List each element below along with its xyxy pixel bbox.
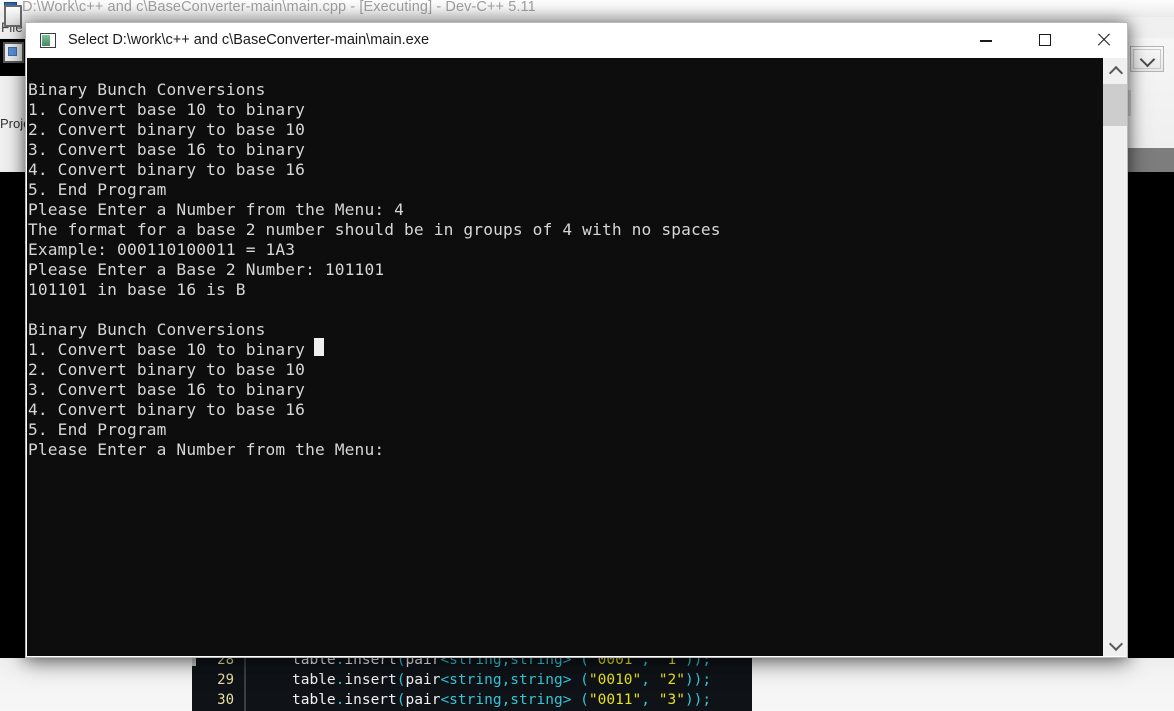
minimize-button[interactable]	[963, 23, 1009, 57]
console-output-line: 1. Convert base 10 to binary	[28, 340, 306, 359]
code-token: ,	[641, 692, 659, 708]
scrollbar-up-button[interactable]	[1103, 58, 1127, 82]
console-output-line: 5. End Program	[28, 420, 167, 439]
code-token: "3"	[658, 692, 685, 708]
code-line-number: 30	[217, 692, 234, 708]
console-output-line: Binary Bunch Conversions	[28, 80, 266, 99]
console-title-text: Select D:\work\c++ and c\BaseConverter-m…	[68, 32, 430, 48]
code-line-source: table.insert(pair<string,string> ("0010"…	[292, 670, 711, 690]
code-token: ,	[641, 672, 659, 688]
code-editor[interactable]: 28 table.insert(pair<string,string> ("000…	[192, 650, 752, 711]
new-file-icon[interactable]	[4, 5, 22, 27]
code-token: ));	[684, 672, 712, 688]
maximize-icon	[1039, 34, 1051, 46]
console-output-line: The format for a base 2 number should be…	[28, 220, 721, 239]
code-token: pair	[405, 692, 441, 708]
code-token: table	[292, 692, 336, 708]
code-line: 30 table.insert(pair<string,string> ("001…	[192, 690, 752, 710]
ide-dropdown-button[interactable]	[1130, 46, 1164, 72]
code-token: insert	[344, 692, 397, 708]
console-scrollbar[interactable]	[1103, 58, 1127, 656]
console-output-line: 4. Convert binary to base 16	[28, 400, 306, 419]
code-token: string	[510, 692, 563, 708]
console-titlebar[interactable]: Select D:\work\c++ and c\BaseConverter-m…	[26, 23, 1127, 59]
console-output-area[interactable]: Binary Bunch Conversions 1. Convert base …	[27, 58, 1127, 656]
console-output-line: 4. Convert binary to base 16	[28, 160, 306, 179]
console-output-line: 2. Convert binary to base 10	[28, 360, 306, 379]
ide-right-gray-divider	[1128, 148, 1174, 172]
console-output-line: Binary Bunch Conversions	[28, 320, 266, 339]
code-token: string	[449, 692, 502, 708]
code-token: >	[562, 692, 581, 708]
screen: D:\Work\c++ and c\BaseConverter-main\mai…	[0, 0, 1174, 711]
scrollbar-thumb[interactable]	[1103, 84, 1127, 126]
code-token: (	[396, 672, 406, 688]
console-output-line: 2. Convert binary to base 10	[28, 120, 306, 139]
code-token: >	[562, 672, 581, 688]
code-token: ,	[501, 672, 511, 688]
console-output-line: 1. Convert base 10 to binary	[28, 100, 306, 119]
code-line-number: 29	[217, 672, 234, 688]
close-button[interactable]	[1081, 23, 1127, 57]
code-line: 29 table.insert(pair<string,string> ("001…	[192, 670, 752, 690]
code-token: "0011"	[588, 692, 642, 708]
code-token: (	[580, 672, 589, 688]
console-app-icon	[40, 33, 56, 48]
console-window: Select D:\work\c++ and c\BaseConverter-m…	[25, 22, 1128, 658]
console-output-line: 5. End Program	[28, 180, 167, 199]
code-token: <	[440, 692, 450, 708]
code-token: (	[396, 692, 406, 708]
chevron-up-icon	[1108, 65, 1124, 81]
code-token: ));	[684, 692, 712, 708]
console-output-line: Please Enter a Number from the Menu: 4	[28, 200, 405, 219]
close-icon	[1096, 32, 1112, 48]
text-cursor	[314, 338, 324, 356]
code-token: insert	[344, 672, 397, 688]
console-output-line: Example: 000110100011 = 1A3	[28, 240, 296, 259]
ide-titlebar: D:\Work\c++ and c\BaseConverter-main\mai…	[0, 0, 1174, 17]
code-token: string	[449, 672, 502, 688]
minimize-icon	[980, 40, 992, 42]
console-output-line: Please Enter a Base 2 Number: 101101	[28, 260, 385, 279]
code-token: ,	[501, 692, 511, 708]
chevron-down-icon	[1108, 636, 1124, 652]
code-token: <	[440, 672, 450, 688]
chevron-down-icon	[1139, 51, 1156, 68]
console-output-line: 3. Convert base 16 to binary	[28, 380, 306, 399]
code-token: string	[510, 672, 563, 688]
scrollbar-down-button[interactable]	[1103, 632, 1127, 656]
scrollbar-track[interactable]	[1103, 82, 1127, 632]
console-output-line: Please Enter a Number from the Menu:	[28, 440, 395, 459]
console-output-line: 101101 in base 16 is B	[28, 280, 246, 299]
code-token: "0010"	[588, 672, 642, 688]
maximize-button[interactable]	[1022, 23, 1068, 57]
project-window-icon[interactable]	[3, 42, 24, 63]
code-line-source: table.insert(pair<string,string> ("0011"…	[292, 690, 711, 710]
ide-title-text: D:\Work\c++ and c\BaseConverter-main\mai…	[22, 0, 536, 15]
console-output-text: Binary Bunch Conversions 1. Convert base …	[28, 80, 1088, 460]
console-output-line: 3. Convert base 16 to binary	[28, 140, 306, 159]
code-token: (	[580, 692, 589, 708]
code-token: pair	[405, 672, 441, 688]
code-token: "2"	[658, 672, 685, 688]
code-token: table	[292, 672, 336, 688]
